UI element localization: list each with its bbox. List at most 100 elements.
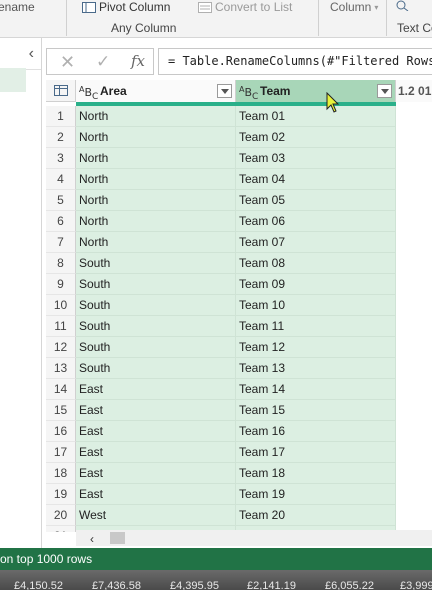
- row-number[interactable]: 7: [46, 232, 76, 253]
- row-number[interactable]: 13: [46, 358, 76, 379]
- cell-next[interactable]: [396, 442, 432, 463]
- rename-button[interactable]: ename: [0, 0, 35, 14]
- cancel-icon[interactable]: ✕: [60, 52, 75, 73]
- cell-area[interactable]: East: [76, 442, 236, 463]
- table-row[interactable]: 19 East Team 19: [46, 484, 432, 505]
- cell-next[interactable]: [396, 358, 432, 379]
- text-column-icon[interactable]: [396, 0, 410, 14]
- cell-next[interactable]: [396, 400, 432, 421]
- row-number[interactable]: 11: [46, 316, 76, 337]
- cell-next[interactable]: [396, 463, 432, 484]
- table-row[interactable]: 20 West Team 20: [46, 505, 432, 526]
- table-row[interactable]: 6 North Team 06: [46, 211, 432, 232]
- row-number[interactable]: 19: [46, 484, 76, 505]
- table-row[interactable]: 7 North Team 07: [46, 232, 432, 253]
- cell-team[interactable]: Team 15: [236, 400, 396, 421]
- row-number[interactable]: 14: [46, 379, 76, 400]
- cell-area[interactable]: South: [76, 358, 236, 379]
- cell-team[interactable]: Team 10: [236, 295, 396, 316]
- table-row[interactable]: 16 East Team 16: [46, 421, 432, 442]
- cell-team[interactable]: Team 12: [236, 337, 396, 358]
- cell-team[interactable]: Team 08: [236, 253, 396, 274]
- cell-next[interactable]: [396, 169, 432, 190]
- cell-team[interactable]: Team 14: [236, 379, 396, 400]
- formula-input[interactable]: = Table.RenameColumns(#"Filtered Rows",{…: [158, 48, 432, 75]
- table-row[interactable]: 3 North Team 03: [46, 148, 432, 169]
- column-header-team[interactable]: ABC Team: [236, 80, 396, 102]
- table-row[interactable]: 4 North Team 04: [46, 169, 432, 190]
- row-number[interactable]: 4: [46, 169, 76, 190]
- filter-dropdown-icon[interactable]: [377, 84, 392, 98]
- table-row[interactable]: 12 South Team 12: [46, 337, 432, 358]
- cell-area[interactable]: South: [76, 337, 236, 358]
- collapse-pane-icon[interactable]: ‹: [29, 45, 34, 63]
- row-number[interactable]: 21: [46, 526, 76, 532]
- cell-team[interactable]: Team 19: [236, 484, 396, 505]
- row-number[interactable]: 3: [46, 148, 76, 169]
- cell-next[interactable]: [396, 106, 432, 127]
- cell-team[interactable]: Team 09: [236, 274, 396, 295]
- cell-next[interactable]: [396, 505, 432, 526]
- column-header-area[interactable]: ABC Area: [76, 80, 236, 102]
- cell-area[interactable]: East: [76, 484, 236, 505]
- cell-area[interactable]: South: [76, 253, 236, 274]
- scrollbar-thumb[interactable]: [110, 532, 125, 544]
- row-number[interactable]: 18: [46, 463, 76, 484]
- table-row[interactable]: 17 East Team 17: [46, 442, 432, 463]
- cell-area[interactable]: North: [76, 190, 236, 211]
- cell-area[interactable]: West: [76, 505, 236, 526]
- row-number[interactable]: 20: [46, 505, 76, 526]
- row-number[interactable]: 17: [46, 442, 76, 463]
- cell-team[interactable]: Team 04: [236, 169, 396, 190]
- table-row[interactable]: 9 South Team 09: [46, 274, 432, 295]
- cell-area[interactable]: North: [76, 211, 236, 232]
- confirm-icon[interactable]: ✓: [96, 52, 110, 72]
- cell-team[interactable]: Team 20: [236, 505, 396, 526]
- cell-next[interactable]: [396, 484, 432, 505]
- row-number[interactable]: 6: [46, 211, 76, 232]
- row-number[interactable]: 16: [46, 421, 76, 442]
- row-number[interactable]: 10: [46, 295, 76, 316]
- cell-next[interactable]: [396, 148, 432, 169]
- table-row[interactable]: 10 South Team 10: [46, 295, 432, 316]
- cell-team[interactable]: Team 07: [236, 232, 396, 253]
- table-row[interactable]: 8 South Team 08: [46, 253, 432, 274]
- cell-area[interactable]: North: [76, 127, 236, 148]
- cell-area[interactable]: North: [76, 169, 236, 190]
- cell-team[interactable]: Team 03: [236, 148, 396, 169]
- table-row[interactable]: 18 East Team 18: [46, 463, 432, 484]
- cell-next[interactable]: [396, 274, 432, 295]
- pivot-column-button[interactable]: Pivot Column: [82, 0, 170, 14]
- cell-team[interactable]: Team 06: [236, 211, 396, 232]
- cell-next[interactable]: [396, 232, 432, 253]
- cell-team[interactable]: Team 02: [236, 127, 396, 148]
- scroll-left-icon[interactable]: ‹: [90, 532, 94, 546]
- row-number[interactable]: 8: [46, 253, 76, 274]
- cell-next[interactable]: [396, 379, 432, 400]
- table-row[interactable]: 11 South Team 11: [46, 316, 432, 337]
- row-number[interactable]: 15: [46, 400, 76, 421]
- cell-area[interactable]: North: [76, 148, 236, 169]
- cell-next[interactable]: [396, 211, 432, 232]
- row-number[interactable]: 12: [46, 337, 76, 358]
- convert-to-list-button[interactable]: Convert to List: [198, 0, 292, 14]
- cell-area[interactable]: South: [76, 295, 236, 316]
- column-header-next[interactable]: 1.2 01: [396, 80, 432, 102]
- cell-area[interactable]: East: [76, 400, 236, 421]
- fx-icon[interactable]: fx: [131, 52, 145, 70]
- cell-area[interactable]: South: [76, 316, 236, 337]
- column-dropdown-button[interactable]: Column ▾: [330, 0, 378, 14]
- cell-area[interactable]: North: [76, 232, 236, 253]
- cell-team[interactable]: Team 01: [236, 106, 396, 127]
- table-menu-button[interactable]: [46, 80, 76, 102]
- cell-team[interactable]: Team 05: [236, 190, 396, 211]
- cell-next[interactable]: [396, 316, 432, 337]
- row-number[interactable]: 1: [46, 106, 76, 127]
- row-number[interactable]: 5: [46, 190, 76, 211]
- cell-next[interactable]: [396, 253, 432, 274]
- cell-team[interactable]: Team 11: [236, 316, 396, 337]
- cell-team[interactable]: Team 17: [236, 442, 396, 463]
- filter-dropdown-icon[interactable]: [217, 84, 232, 98]
- cell-area[interactable]: East: [76, 379, 236, 400]
- cell-team[interactable]: Team 16: [236, 421, 396, 442]
